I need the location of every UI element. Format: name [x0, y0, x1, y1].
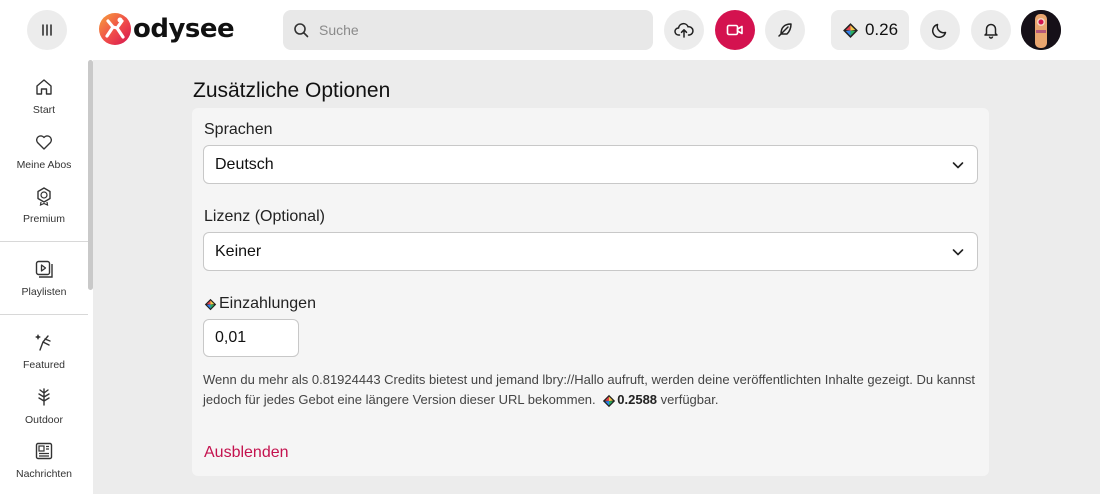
video-camera-icon: [726, 24, 743, 36]
theme-toggle-button[interactable]: [920, 10, 960, 50]
search-input[interactable]: [319, 22, 619, 38]
deposit-input[interactable]: 0,01: [203, 319, 299, 357]
sidebar-item-playlisten[interactable]: Playlisten: [0, 258, 88, 298]
menu-icon: [42, 24, 52, 36]
home-icon: [33, 76, 55, 98]
sidebar-item-label: Premium: [22, 213, 65, 225]
deposit-label: Einzahlungen: [219, 295, 316, 312]
sidebar-item-label: Meine Abos: [16, 159, 72, 171]
wallet-balance-button[interactable]: 0.26: [831, 10, 909, 50]
credits-icon: [603, 394, 616, 407]
chevron-down-icon: [952, 161, 964, 168]
license-select[interactable]: Keiner: [203, 232, 978, 271]
sidebar-item-outdoor[interactable]: Outdoor: [0, 386, 88, 426]
wallet-balance-value: 0.26: [864, 20, 899, 39]
sidebar-item-label: Playlisten: [21, 286, 67, 298]
deposit-label-row: Einzahlungen: [204, 295, 316, 313]
upload-button[interactable]: [664, 10, 704, 50]
sidebar-item-label: Outdoor: [25, 414, 63, 426]
featured-icon: [33, 331, 55, 353]
credits-icon: [843, 22, 858, 38]
section-title: Zusätzliche Optionen: [193, 79, 391, 102]
deposit-help-text: Wenn du mehr als 0.81924443 Credits biet…: [203, 370, 983, 410]
sidebar-divider: [0, 314, 88, 315]
search-bar[interactable]: [283, 10, 653, 50]
help-text-suffix: verfügbar.: [660, 392, 719, 407]
sidebar-item-meine-abos[interactable]: Meine Abos: [0, 131, 88, 171]
sidebar-divider: [0, 241, 88, 242]
cloud-upload-icon: [674, 22, 694, 38]
license-label: Lizenz (Optional): [204, 208, 325, 225]
odysee-logo[interactable]: odysee: [98, 11, 235, 47]
bell-icon: [984, 23, 998, 39]
top-header: odysee 0.26: [0, 0, 1100, 60]
news-icon: [33, 440, 55, 462]
language-label: Sprachen: [204, 121, 273, 138]
help-text: Wenn du mehr als 0.81924443 Credits biet…: [203, 372, 976, 407]
moon-icon: [931, 23, 947, 39]
hide-options-link[interactable]: Ausblenden: [204, 444, 289, 462]
sidebar-item-label: Start: [32, 104, 56, 116]
tree-icon: [33, 386, 55, 408]
sidebar: Start Meine Abos Premium Playlisten Feat…: [0, 60, 93, 494]
go-live-button[interactable]: [715, 10, 755, 50]
notifications-button[interactable]: [971, 10, 1011, 50]
sidebar-item-label: Nachrichten: [15, 468, 73, 480]
post-button[interactable]: [765, 10, 805, 50]
language-select-value: Deutsch: [215, 155, 274, 173]
credits-icon: [204, 298, 217, 310]
deposit-input-value: 0,01: [215, 329, 247, 346]
premium-badge-icon: [33, 185, 55, 207]
odysee-logo-icon: [99, 13, 131, 45]
avatar[interactable]: [1021, 10, 1061, 50]
chevron-down-icon: [952, 248, 964, 255]
sidebar-item-nachrichten[interactable]: Nachrichten: [0, 440, 88, 480]
playlist-icon: [33, 258, 55, 280]
available-balance: 0.2588: [617, 392, 658, 407]
feather-icon: [778, 23, 792, 37]
logo-text: odysee: [133, 14, 235, 44]
sidebar-item-start[interactable]: Start: [0, 76, 88, 116]
license-select-value: Keiner: [215, 242, 262, 260]
sidebar-item-label: Featured: [22, 359, 66, 371]
language-select[interactable]: Deutsch: [203, 145, 978, 184]
sidebar-item-featured[interactable]: Featured: [0, 331, 88, 371]
sidebar-item-premium[interactable]: Premium: [0, 185, 88, 225]
heart-icon: [33, 131, 55, 153]
menu-button[interactable]: [27, 10, 67, 50]
search-icon: [293, 21, 311, 39]
main-content: Zusätzliche Optionen Sprachen Deutsch Li…: [93, 60, 1100, 494]
